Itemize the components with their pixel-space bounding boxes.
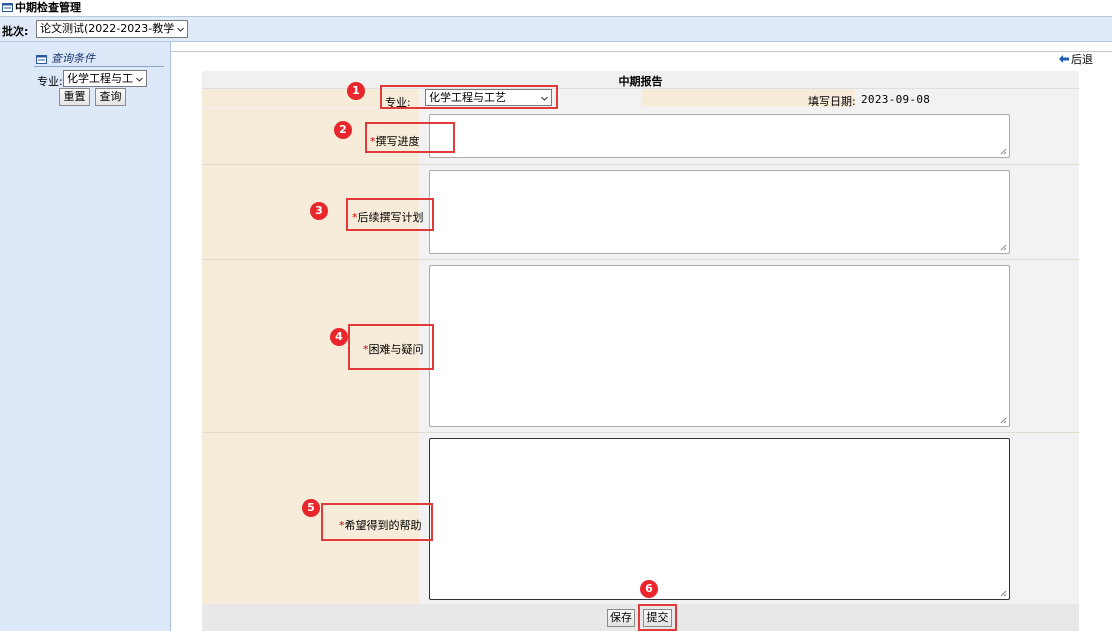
annotation-badge: 1 [347, 82, 365, 100]
help-textarea[interactable] [429, 438, 1010, 600]
annotation-badge: 3 [310, 202, 328, 220]
difficulty-textarea[interactable] [429, 265, 1010, 427]
annotation-badge: 5 [302, 499, 320, 517]
annotation-box [365, 122, 455, 153]
query-button[interactable]: 查询 [95, 88, 126, 106]
page-title: 中期检查管理 [15, 1, 81, 14]
annotation-badge: 4 [330, 328, 348, 346]
plan-textarea[interactable] [429, 170, 1010, 254]
major-filter-label: 专业: [37, 75, 63, 88]
resize-grip-icon [1000, 244, 1007, 251]
reset-button[interactable]: 重置 [59, 88, 90, 106]
resize-grip-icon [1000, 148, 1007, 155]
batch-label: 批次: [2, 25, 29, 38]
window-icon [2, 3, 13, 12]
back-label: 后退 [1071, 53, 1093, 66]
major-filter-value: 化学工程与工艺 [67, 72, 134, 85]
query-header: 查询条件 [34, 52, 164, 67]
annotation-box [638, 604, 677, 631]
back-arrow-icon [1059, 55, 1069, 63]
annotation-box [321, 503, 433, 541]
batch-bar: 批次: 论文测试(2022-2023-教学实 [0, 16, 1112, 42]
chevron-down-icon [177, 27, 184, 32]
window-icon [36, 55, 47, 64]
query-header-label: 查询条件 [51, 52, 95, 65]
progress-textarea[interactable] [429, 114, 1010, 158]
date-label: 填写日期: [808, 95, 856, 108]
form-title-row: 中期报告 [202, 71, 1079, 89]
date-value: 2023-09-08 [861, 93, 931, 106]
form-title: 中期报告 [618, 75, 663, 88]
batch-select-value: 论文测试(2022-2023-教学实 [40, 22, 175, 35]
major-filter-select[interactable]: 化学工程与工艺 [63, 70, 147, 87]
resize-grip-icon [1000, 590, 1007, 597]
save-button[interactable]: 保存 [607, 609, 635, 627]
annotation-box [346, 198, 434, 231]
annotation-box [348, 324, 434, 370]
batch-select[interactable]: 论文测试(2022-2023-教学实 [36, 20, 188, 38]
query-panel: 查询条件 专业: 化学工程与工艺 重置 查询 [0, 42, 171, 631]
back-link[interactable]: 后退 [1059, 53, 1093, 66]
annotation-box [380, 85, 558, 109]
chevron-down-icon [136, 77, 143, 82]
annotation-badge: 6 [640, 580, 658, 598]
annotation-badge: 2 [334, 121, 352, 139]
divider [171, 51, 1112, 52]
resize-grip-icon [1000, 417, 1007, 424]
title-bar: 中期检查管理 [0, 0, 1112, 16]
